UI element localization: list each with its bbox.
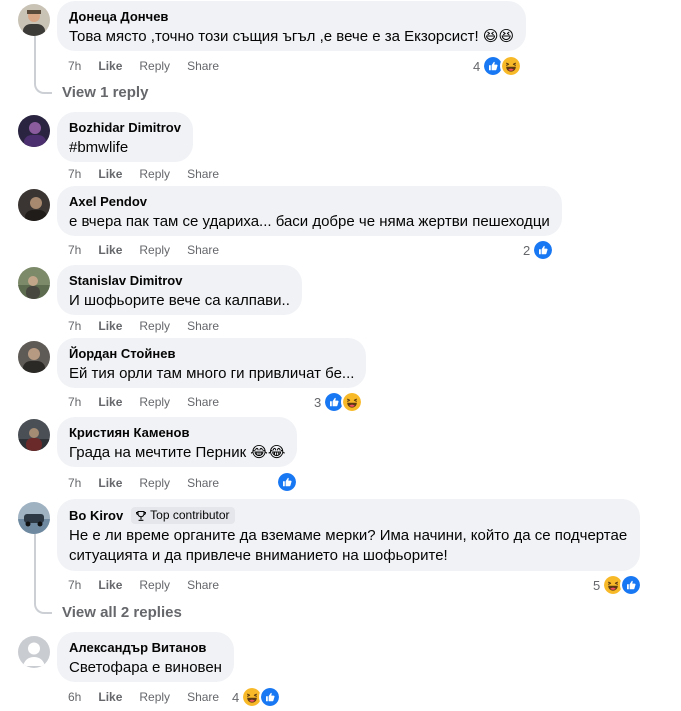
share-button[interactable]: Share [187,577,219,593]
reaction-summary[interactable]: 3 [314,391,364,413]
share-button[interactable]: Share [187,242,219,258]
avatar[interactable] [18,115,50,147]
like-button[interactable]: Like [98,58,122,74]
avatar[interactable] [18,419,50,451]
comment-actions: 6h Like Reply Share [68,689,236,705]
reply-button[interactable]: Reply [139,318,170,334]
thread-line [34,534,36,594]
comment-text: е вчера пак там се удариха... баси добре… [69,213,550,230]
avatar[interactable] [18,502,50,534]
comment-actions: 7h Like Reply Share [68,394,236,410]
reply-button[interactable]: Reply [139,577,170,593]
thread-curve [34,594,52,614]
thread-line [34,36,36,74]
comment-bubble: Александър Витанов Светофара е виновен [57,632,234,682]
comment-time[interactable]: 7h [68,394,81,410]
comment-actions: 7h Like Reply Share [68,242,236,258]
like-button[interactable]: Like [98,242,122,258]
avatar[interactable] [18,341,50,373]
comment-author[interactable]: Александър Витанов [69,640,222,656]
reaction-count: 4 [232,689,240,705]
like-button[interactable]: Like [98,318,122,334]
reaction-summary[interactable]: 4 [232,686,282,708]
reaction-count: 4 [473,58,481,74]
comment-time[interactable]: 7h [68,58,81,74]
share-button[interactable]: Share [187,689,219,705]
like-button[interactable]: Like [98,577,122,593]
view-replies-link[interactable]: View 1 reply [62,84,148,102]
comment-author[interactable]: Донеца Дончев [69,9,514,25]
like-icon [276,471,298,493]
like-button[interactable]: Like [98,475,122,491]
reply-button[interactable]: Reply [139,475,170,491]
view-replies-link[interactable]: View all 2 replies [62,604,182,622]
comment-author[interactable]: Йордан Стойнев [69,346,354,362]
reaction-count: 2 [523,242,531,258]
comment-bubble: Stanislav Dimitrov И шофьорите вече са к… [57,265,302,315]
like-button[interactable]: Like [98,394,122,410]
comment-text: #bmwlife [69,139,129,156]
comment-text: Не е ли време органите да вземаме мерки?… [69,527,628,564]
trophy-icon [136,510,147,521]
comment-author[interactable]: Bozhidar Dimitrov [69,120,181,136]
like-icon [259,686,282,708]
comment-author-row: Bo Kirov Top contributor [69,507,628,524]
share-button[interactable]: Share [187,166,219,182]
like-icon [620,574,643,596]
comment-text: Ей тия орли там много ги привличат бе... [69,365,355,382]
comment-author[interactable]: Bo Kirov [69,508,123,524]
reaction-summary[interactable]: 5 [593,574,643,596]
comment-text: Града на мечтите Перник 😂😂 [69,444,286,461]
reaction-summary[interactable] [276,471,298,493]
comment-bubble: Bozhidar Dimitrov #bmwlife [57,112,193,162]
comment-actions: 7h Like Reply Share [68,166,236,182]
reply-button[interactable]: Reply [139,242,170,258]
comment-author[interactable]: Axel Pendov [69,194,550,210]
comment-bubble: Bo Kirov Top contributor Не е ли време о… [57,499,640,571]
comment-actions: 7h Like Reply Share [68,318,236,334]
comment-bubble: Донеца Дончев Това място ,точно този същ… [57,1,527,51]
reply-button[interactable]: Reply [139,166,170,182]
comment-author[interactable]: Stanislav Dimitrov [69,273,290,289]
badge-label: Top contributor [150,508,230,522]
top-contributor-badge[interactable]: Top contributor [131,507,235,524]
avatar[interactable] [18,189,50,221]
thread-curve [34,74,52,94]
reaction-count: 3 [314,394,322,410]
reply-button[interactable]: Reply [139,689,170,705]
avatar[interactable] [18,4,50,36]
reply-button[interactable]: Reply [139,58,170,74]
comment-time[interactable]: 7h [68,577,81,593]
comment-bubble: Кристиян Каменов Града на мечтите Перник… [57,417,298,467]
like-icon [532,239,555,261]
comment-actions: 7h Like Reply Share [68,58,236,74]
avatar[interactable] [18,636,50,668]
comment-time[interactable]: 7h [68,242,81,258]
reaction-summary[interactable]: 2 [523,239,555,261]
share-button[interactable]: Share [187,394,219,410]
like-button[interactable]: Like [98,689,122,705]
comment-bubble: Axel Pendov е вчера пак там се удариха..… [57,186,562,236]
avatar[interactable] [18,267,50,299]
like-button[interactable]: Like [98,166,122,182]
haha-icon [341,391,364,413]
comment-bubble: Йордан Стойнев Ей тия орли там много ги … [57,338,367,388]
comment-text: Светофара е виновен [69,659,222,676]
comment-actions: 7h Like Reply Share [68,577,236,593]
comment-time[interactable]: 7h [68,318,81,334]
comment-actions: 7h Like Reply Share [68,475,236,491]
share-button[interactable]: Share [187,318,219,334]
comment-text: И шофьорите вече са калпави.. [69,292,290,309]
haha-icon [500,55,523,77]
share-button[interactable]: Share [187,58,219,74]
comment-author[interactable]: Кристиян Каменов [69,425,285,441]
reaction-summary[interactable]: 4 [473,55,523,77]
reaction-count: 5 [593,577,601,593]
comment-text: Това място ,точно този същия ъгъл ,е веч… [69,28,515,45]
comment-time[interactable]: 7h [68,166,81,182]
share-button[interactable]: Share [187,475,219,491]
comment-time[interactable]: 6h [68,689,81,705]
reply-button[interactable]: Reply [139,394,170,410]
comment-time[interactable]: 7h [68,475,81,491]
